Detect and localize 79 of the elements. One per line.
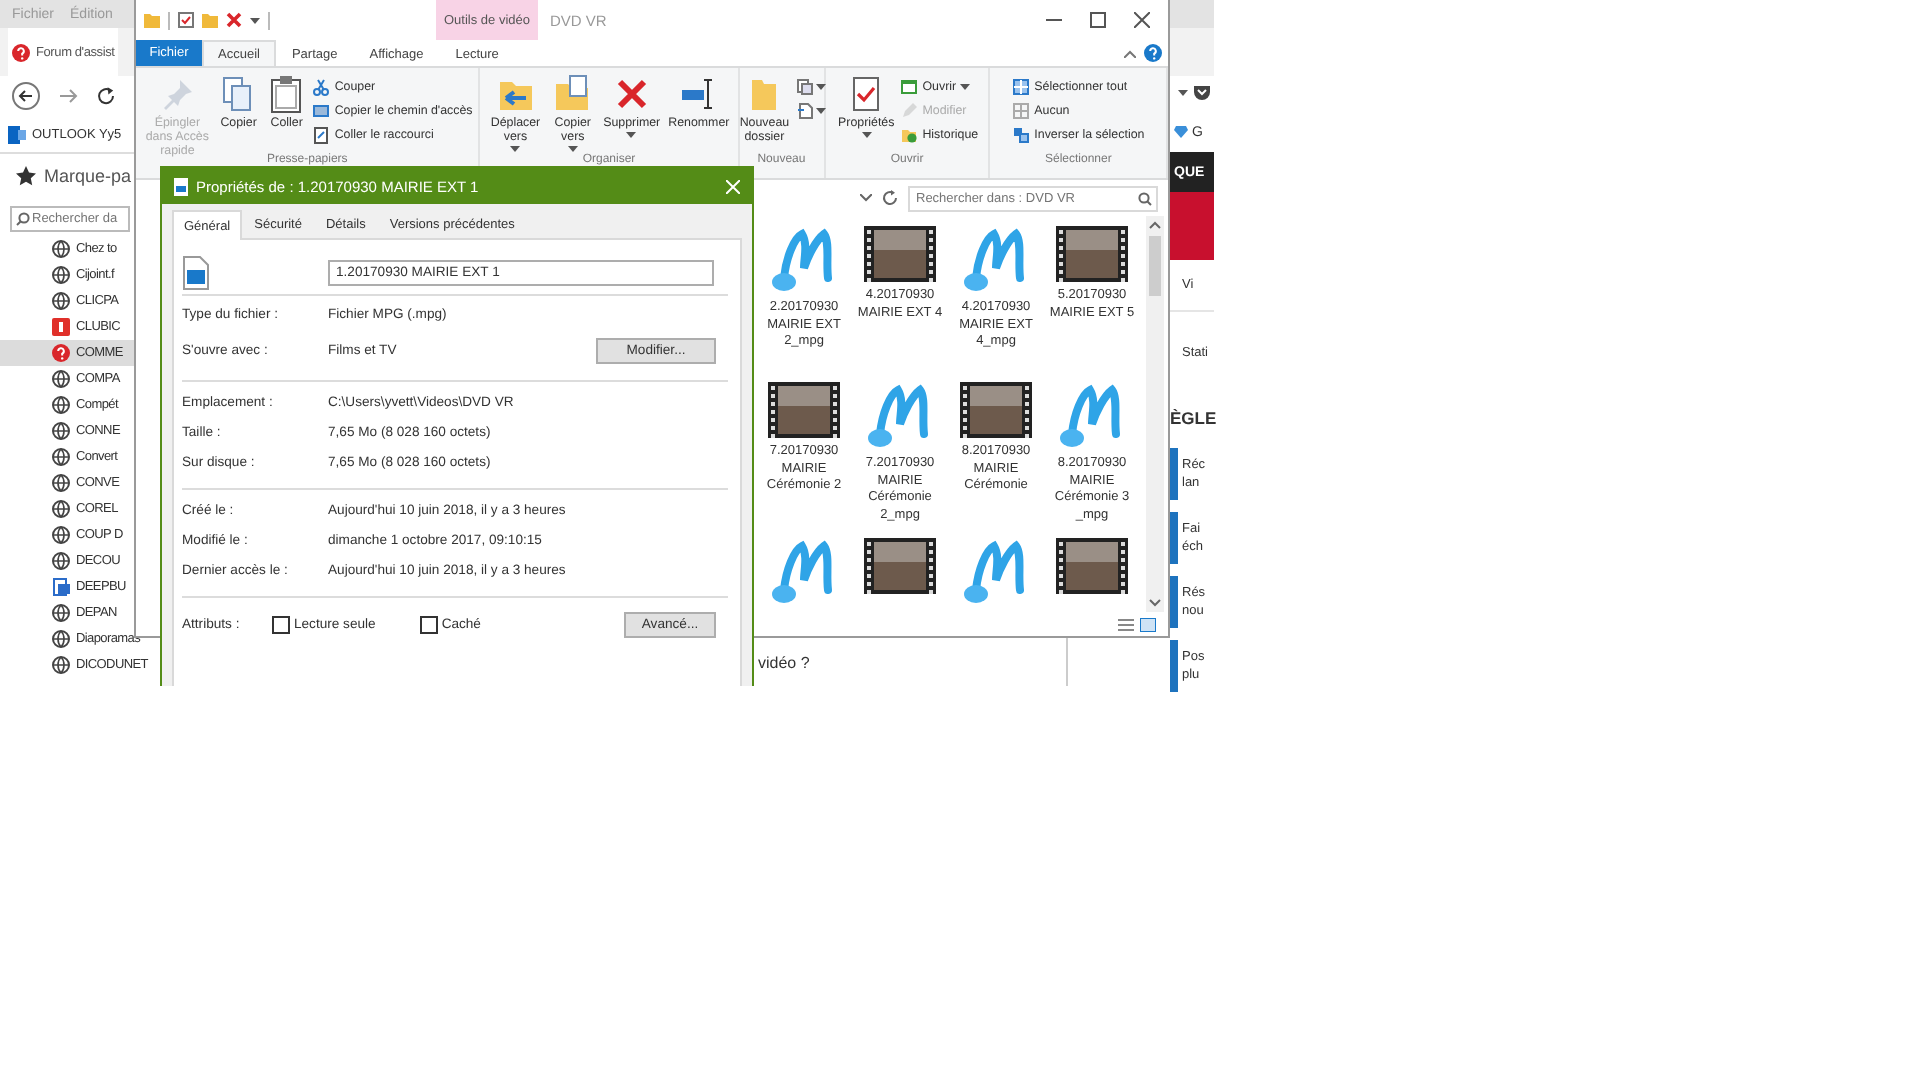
caret-icon [861,132,872,139]
entry-thumbnail [1170,512,1178,564]
scrollbar[interactable] [1146,216,1164,612]
document-icon [795,102,814,120]
back-icon[interactable] [12,82,40,110]
close-icon[interactable] [1134,12,1150,28]
video-thumbnail[interactable] [768,382,840,438]
section-heading: ÈGLE [1170,405,1214,431]
path-icon [312,102,331,120]
gem-icon [1174,126,1188,138]
checkbox[interactable] [272,615,290,633]
file-icon [174,177,188,195]
caret-icon [250,17,260,23]
globe-icon [52,370,70,388]
chevron-down-icon[interactable] [860,194,872,202]
scissors-icon [312,78,331,96]
video-thumbnail[interactable] [1056,226,1128,282]
globe-icon [52,474,70,492]
maximize-icon[interactable] [1090,12,1106,28]
help-icon[interactable] [1144,44,1162,62]
caret-icon [815,108,826,114]
globe-icon [52,240,70,258]
checkbox[interactable] [419,615,438,633]
ribbon-button[interactable] [795,102,826,120]
video-thumbnail[interactable] [1056,538,1128,594]
entry-thumbnail [1170,448,1178,500]
star-icon [16,166,36,186]
globe-icon [52,526,70,544]
globe-icon [52,422,70,440]
globe-icon [52,552,70,570]
select-none-icon [1012,102,1031,120]
checklist-icon[interactable] [178,12,194,28]
globe-icon [52,448,70,466]
window-icon [900,78,919,96]
globe-icon [52,396,70,414]
help-icon [12,43,30,61]
search-icon [1138,191,1152,205]
large-icons-view-icon[interactable] [1140,617,1156,631]
panel-title: Marque-pa [44,166,132,186]
ribbon-button[interactable] [795,78,826,96]
video-thumbnail[interactable] [864,538,936,594]
mail-icon [8,125,26,143]
page-text: vidéo ? [758,653,810,671]
entry-thumbnail [1170,576,1178,628]
reload-icon[interactable] [96,86,116,106]
entry-thumbnail [1170,640,1178,692]
video-thumbnail[interactable] [864,226,936,282]
invert-selection-icon [1012,126,1031,144]
globe-icon [52,630,70,648]
history-icon [900,126,919,144]
caret-icon [626,132,637,139]
document-icon [52,578,70,596]
globe-icon [52,656,70,674]
caret-icon [510,146,521,153]
globe-icon [52,292,70,310]
shortcut-icon [312,126,331,144]
banner-image [1170,192,1214,260]
refresh-icon[interactable] [882,190,898,206]
globe-icon [52,500,70,518]
select-all-icon [1012,78,1031,96]
video-thumbnail[interactable] [960,382,1032,438]
details-view-icon[interactable] [1118,617,1134,631]
delete-icon[interactable] [226,12,242,28]
forward-icon[interactable] [58,86,78,106]
caret-icon [1178,89,1188,95]
folder-copy-icon [552,74,593,114]
globe-icon [52,266,70,284]
help-icon [52,344,70,362]
chevron-up-icon[interactable] [1124,49,1136,57]
video-file-icon [182,255,210,289]
caret-icon [567,146,578,153]
clipboard-icon [266,74,307,114]
search-icon [16,212,30,226]
site-logo-icon [52,318,70,336]
caret-icon [815,84,826,90]
pencil-icon [900,102,919,120]
caret-icon [960,84,971,90]
globe-icon [52,604,70,622]
new-item-icon [795,78,814,96]
